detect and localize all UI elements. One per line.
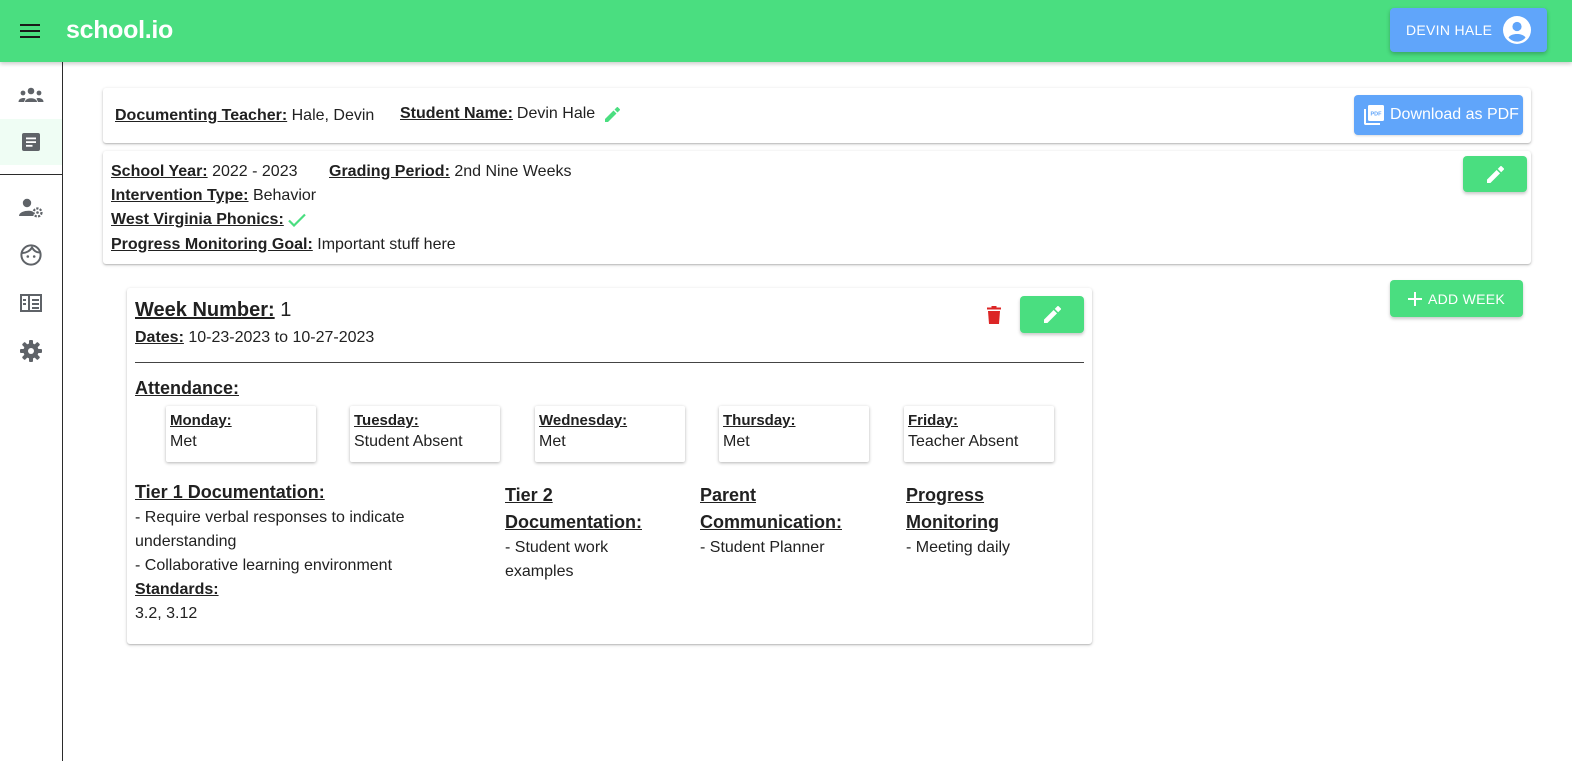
pencil-icon — [1043, 306, 1061, 323]
user-settings-icon — [19, 198, 43, 218]
attendance-day-friday: Friday: Teacher Absent — [904, 406, 1054, 462]
header-card: Documenting Teacher: Hale, Devin Student… — [103, 88, 1531, 143]
student-field: Student Name: Devin Hale — [400, 105, 621, 123]
add-week-label: ADD WEEK — [1427, 290, 1506, 307]
account-circle-icon — [1503, 16, 1531, 44]
user-name: DEVIN HALE — [1406, 22, 1493, 38]
add-week-button[interactable]: ADD WEEK — [1390, 280, 1523, 317]
plus-icon — [1407, 291, 1422, 306]
grading-period-label: Grading Period: — [329, 163, 450, 180]
user-menu-button[interactable]: DEVIN HALE — [1390, 8, 1547, 52]
attendance-day-wednesday: Wednesday: Met — [535, 406, 685, 462]
week-divider — [135, 362, 1084, 363]
sidebar-item-records[interactable] — [0, 280, 62, 326]
tier1-title: Tier 1 Documentation: — [135, 482, 325, 502]
week-number-label: Week Number: — [135, 299, 275, 321]
brand-logo[interactable]: school.io — [66, 16, 173, 45]
sidebar-item-settings[interactable] — [0, 328, 62, 374]
pencil-icon — [1486, 165, 1504, 183]
grading-period-field: Grading Period: 2nd Nine Weeks — [329, 163, 571, 181]
day-label: Tuesday: — [354, 412, 419, 429]
teacher-label: Documenting Teacher: — [115, 107, 288, 124]
tier1-documentation: Tier 1 Documentation: - Require verbal r… — [135, 479, 435, 626]
menu-icon — [20, 24, 40, 38]
sidebar-item-groups[interactable] — [0, 72, 62, 118]
intervention-type-label: Intervention Type: — [111, 187, 249, 204]
tier1-item: - Collaborative learning environment — [135, 557, 393, 574]
gear-icon — [20, 340, 42, 362]
goal-field: Progress Monitoring Goal: Important stuf… — [111, 236, 456, 254]
teacher-value: Hale, Devin — [291, 107, 375, 124]
records-icon — [20, 294, 42, 312]
svg-text:PDF: PDF — [1371, 112, 1383, 118]
intervention-type-field: Intervention Type: Behavior — [111, 187, 316, 205]
teacher-field: Documenting Teacher: Hale, Devin — [115, 107, 374, 125]
day-value: Met — [170, 433, 197, 450]
download-pdf-label: Download as PDF — [1390, 106, 1519, 123]
tier2-title: Tier 2 Documentation: — [505, 485, 642, 532]
attendance-day-thursday: Thursday: Met — [719, 406, 869, 462]
day-value: Teacher Absent — [908, 433, 1019, 450]
progress-title: Progress Monitoring — [906, 485, 999, 532]
delete-week-button[interactable] — [987, 306, 1003, 326]
tier2-documentation: Tier 2 Documentation: - Student work exa… — [505, 482, 665, 584]
parent-communication: Parent Communication: - Student Planner — [700, 482, 860, 560]
check-icon — [288, 213, 306, 227]
dates-label: Dates: — [135, 329, 184, 346]
intervention-type-value: Behavior — [252, 187, 317, 204]
standards-value: 3.2, 3.12 — [135, 605, 198, 622]
groups-icon — [18, 87, 44, 102]
parent-item: - Student Planner — [700, 539, 825, 556]
menu-button[interactable] — [14, 15, 46, 47]
student-face-icon — [20, 244, 42, 266]
phonics-label: West Virginia Phonics: — [111, 211, 284, 228]
progress-item: - Meeting daily — [906, 539, 1011, 556]
sidebar-item-students[interactable] — [0, 232, 62, 278]
goal-value: Important stuff here — [317, 236, 456, 253]
attendance-day-tuesday: Tuesday: Student Absent — [350, 406, 500, 462]
app-bar: school.io DEVIN HALE — [0, 0, 1572, 62]
day-label: Monday: — [170, 412, 232, 429]
attendance-day-monday: Monday: Met — [166, 406, 316, 462]
tier2-item: - Student work examples — [505, 539, 609, 580]
day-label: Wednesday: — [539, 412, 628, 429]
attendance-label: Attendance: — [135, 378, 240, 398]
student-value: Devin Hale — [516, 105, 596, 122]
school-year-label: School Year: — [111, 163, 208, 180]
goal-label: Progress Monitoring Goal: — [111, 236, 313, 253]
edit-week-button[interactable] — [1020, 296, 1084, 333]
dates-value: 10-23-2023 to 10-27-2023 — [188, 329, 375, 346]
tier1-item: - Require verbal responses to indicate u… — [135, 509, 405, 550]
student-label: Student Name: — [400, 105, 513, 122]
grading-period-value: 2nd Nine Weeks — [454, 163, 572, 180]
parent-title: Parent Communication: — [700, 485, 842, 532]
day-value: Student Absent — [354, 433, 463, 450]
edit-student-icon[interactable] — [605, 106, 621, 122]
sidebar-item-user-settings[interactable] — [0, 185, 62, 231]
school-year-value: 2022 - 2023 — [212, 163, 298, 180]
download-pdf-button[interactable]: PDF Download as PDF — [1354, 95, 1523, 135]
edit-plan-button[interactable] — [1463, 156, 1527, 192]
week-number-value: 1 — [280, 299, 292, 321]
standards-label: Standards: — [135, 581, 219, 598]
sidebar-item-documents[interactable] — [0, 119, 62, 165]
week-number-field: Week Number: 1 — [135, 299, 291, 322]
school-year-field: School Year: 2022 - 2023 — [111, 163, 298, 181]
dates-field: Dates: 10-23-2023 to 10-27-2023 — [135, 329, 374, 347]
trash-icon — [987, 306, 1001, 324]
week-card: Week Number: 1 Dates: 10-23-2023 to 10-2… — [127, 288, 1092, 644]
day-label: Friday: — [908, 412, 959, 429]
sidebar-divider — [0, 174, 62, 175]
pdf-icon: PDF — [1364, 105, 1384, 125]
sidebar — [0, 62, 63, 761]
progress-monitoring: Progress Monitoring - Meeting daily — [906, 482, 1056, 560]
phonics-field: West Virginia Phonics: — [111, 211, 306, 229]
document-icon — [22, 133, 40, 151]
day-value: Met — [723, 433, 750, 450]
plan-info-card: School Year: 2022 - 2023 Grading Period:… — [103, 151, 1531, 264]
day-label: Thursday: — [723, 412, 796, 429]
day-value: Met — [539, 433, 566, 450]
